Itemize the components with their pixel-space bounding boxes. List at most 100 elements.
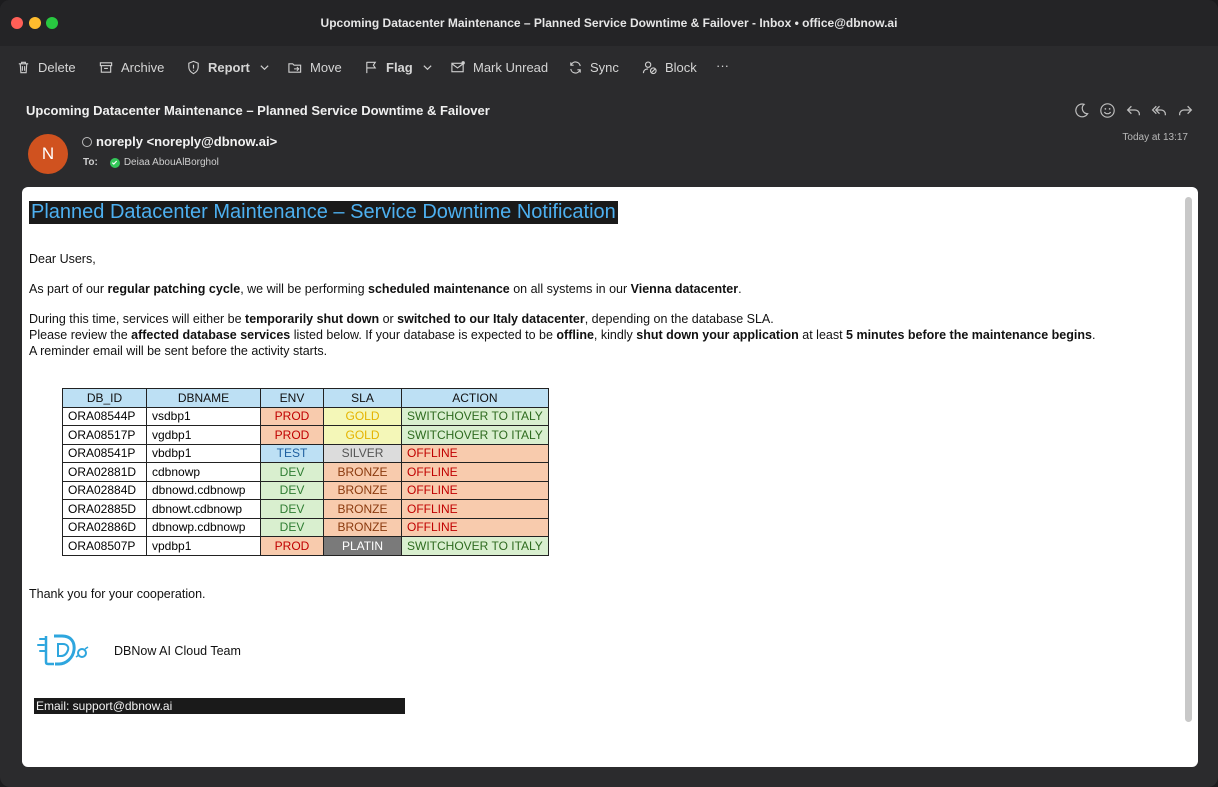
table-header-row: DB_ID DBNAME ENV SLA ACTION — [62, 388, 549, 408]
support-email-link[interactable]: Email: support@dbnow.ai — [34, 698, 405, 714]
delete-button[interactable]: Delete — [16, 56, 76, 78]
table-cell: vbdbp1 — [146, 443, 261, 463]
dbnow-logo — [36, 631, 94, 674]
bold-run: Vienna datacenter — [630, 282, 739, 296]
scrollbar[interactable] — [1185, 197, 1192, 722]
bold-run: affected database services — [131, 328, 291, 342]
bold-run: 5 minutes before the maintenance begins — [846, 328, 1092, 342]
maintenance-table: DB_ID DBNAME ENV SLA ACTION ORA08544P vsd… — [62, 388, 549, 556]
table-row: ORA08541P vbdbp1 TEST SILVER OFFLINE — [62, 443, 549, 463]
mark-unread-label: Mark Unread — [473, 59, 549, 75]
text-run: , kindly — [593, 328, 637, 342]
recipient-name[interactable]: Deiaa AbouAlBorghol — [124, 157, 219, 168]
bold-run: temporarily shut down — [245, 312, 380, 326]
chevron-down-icon[interactable] — [259, 62, 270, 73]
archive-label: Archive — [121, 59, 165, 75]
table-cell: BRONZE — [323, 517, 402, 537]
table-cell: DEV — [260, 517, 324, 537]
bold-run: shut down your application — [636, 328, 799, 342]
mark-unread-button[interactable]: Mark Unread — [450, 56, 548, 78]
table-cell: PROD — [260, 425, 324, 445]
body-heading: Planned Datacenter Maintenance – Service… — [29, 201, 618, 224]
text-run: . — [738, 282, 742, 296]
more-actions-button[interactable]: ··· — [716, 54, 729, 76]
table-cell: GOLD — [323, 425, 402, 445]
toolbar: Delete Archive Report Move Flag Mark Unr… — [0, 46, 1218, 88]
table-cell: ORA08517P — [62, 425, 147, 445]
table-cell: cdbnowp — [146, 462, 261, 482]
sender-avatar: N — [28, 134, 68, 174]
column-header: SLA — [323, 388, 402, 408]
move-folder-icon — [288, 62, 302, 73]
table-cell: OFFLINE — [401, 517, 549, 537]
sender-name: noreply <noreply@dbnow.ai> — [96, 134, 278, 149]
table-row: ORA08544P vsdbp1 PROD GOLD SWITCHOVER TO ITA… — [62, 406, 549, 426]
table-cell: TEST — [260, 443, 324, 463]
shield-icon — [188, 60, 199, 74]
column-header: ENV — [260, 388, 324, 408]
table-cell: OFFLINE — [401, 499, 549, 519]
chevron-down-icon[interactable] — [422, 62, 433, 73]
recipient-line: To: Deiaa AbouAlBorghol — [83, 157, 219, 168]
sync-button[interactable]: Sync — [568, 56, 619, 78]
table-row: ORA08507P vpdbp1 PROD PLATIN SWITCHOVER TO I… — [62, 536, 549, 556]
table-cell: SWITCHOVER TO ITALY — [401, 425, 549, 445]
flag-label: Flag — [386, 59, 413, 75]
table-body: ORA08544P vsdbp1 PROD GOLD SWITCHOVER TO ITA… — [62, 406, 549, 556]
table-row: ORA02886D dbnowp.cdbnowp DEV BRONZE OFFLINE — [62, 517, 549, 537]
table-cell: DEV — [260, 462, 324, 482]
table-cell: ORA02884D — [62, 480, 147, 500]
table-cell: DEV — [260, 480, 324, 500]
sender-line[interactable]: noreply <noreply@dbnow.ai> — [82, 134, 277, 149]
table-cell: ORA02886D — [62, 517, 147, 537]
table-cell: PLATIN — [323, 536, 402, 556]
table-row: ORA08517P vgdbp1 PROD GOLD SWITCHOVER TO ITA… — [62, 425, 549, 445]
table-cell: ORA08544P — [62, 406, 147, 426]
move-label: Move — [310, 59, 342, 75]
text-run: at least — [798, 328, 847, 342]
paragraph-intro: As part of our regular patching cycle, w… — [29, 282, 742, 296]
reply-all-icon[interactable] — [1151, 102, 1168, 119]
table-row: ORA02884D dbnowd.cdbnowp DEV BRONZE OFFLINE — [62, 480, 549, 500]
block-button[interactable]: Block — [642, 56, 697, 78]
flag-icon — [366, 61, 377, 73]
table-cell: GOLD — [323, 406, 402, 426]
text-run: . — [1091, 328, 1096, 342]
greeting: Dear Users, — [29, 252, 96, 266]
bold-run: scheduled maintenance — [368, 282, 510, 296]
report-label: Report — [208, 59, 250, 75]
delete-label: Delete — [38, 59, 76, 75]
reply-icon[interactable] — [1125, 102, 1142, 119]
block-user-icon — [642, 61, 657, 74]
table-cell: BRONZE — [323, 462, 402, 482]
window-title: Upcoming Datacenter Maintenance – Planne… — [320, 16, 898, 30]
table-row: ORA02881D cdbnowp DEV BRONZE OFFLINE — [62, 462, 549, 482]
mail-window: Upcoming Datacenter Maintenance – Planne… — [0, 0, 1218, 787]
forward-icon[interactable] — [1177, 102, 1194, 119]
table-cell: vsdbp1 — [146, 406, 261, 426]
table-cell: OFFLINE — [401, 462, 549, 482]
text-run: As part of our — [29, 282, 108, 296]
column-header: DB_ID — [62, 388, 147, 408]
table-cell: BRONZE — [323, 499, 402, 519]
table-cell: OFFLINE — [401, 480, 549, 500]
thanks-line: Thank you for your cooperation. — [29, 587, 206, 601]
archive-button[interactable]: Archive — [98, 56, 164, 78]
flag-button[interactable]: Flag — [364, 56, 433, 78]
move-button[interactable]: Move — [287, 56, 342, 78]
bold-run: switched to our Italy datacenter — [397, 312, 585, 326]
text-run: , we will be performing — [240, 282, 369, 296]
paragraph-reminder: A reminder email will be sent before the… — [29, 344, 328, 358]
report-button[interactable]: Report — [186, 56, 270, 78]
snooze-moon-icon[interactable] — [1073, 102, 1090, 119]
table-cell: vpdbp1 — [146, 536, 261, 556]
table-cell: ORA02881D — [62, 462, 147, 482]
table-cell: DEV — [260, 499, 324, 519]
table-cell: SWITCHOVER TO ITALY — [401, 406, 549, 426]
paragraph-review: Please review the affected database serv… — [29, 328, 1095, 342]
to-label: To: — [83, 157, 98, 168]
text-run: Please review the — [29, 328, 132, 342]
emoji-reaction-icon[interactable] — [1099, 102, 1116, 119]
text-run: or — [379, 312, 398, 326]
text-run: , depending on the database SLA. — [584, 312, 774, 326]
